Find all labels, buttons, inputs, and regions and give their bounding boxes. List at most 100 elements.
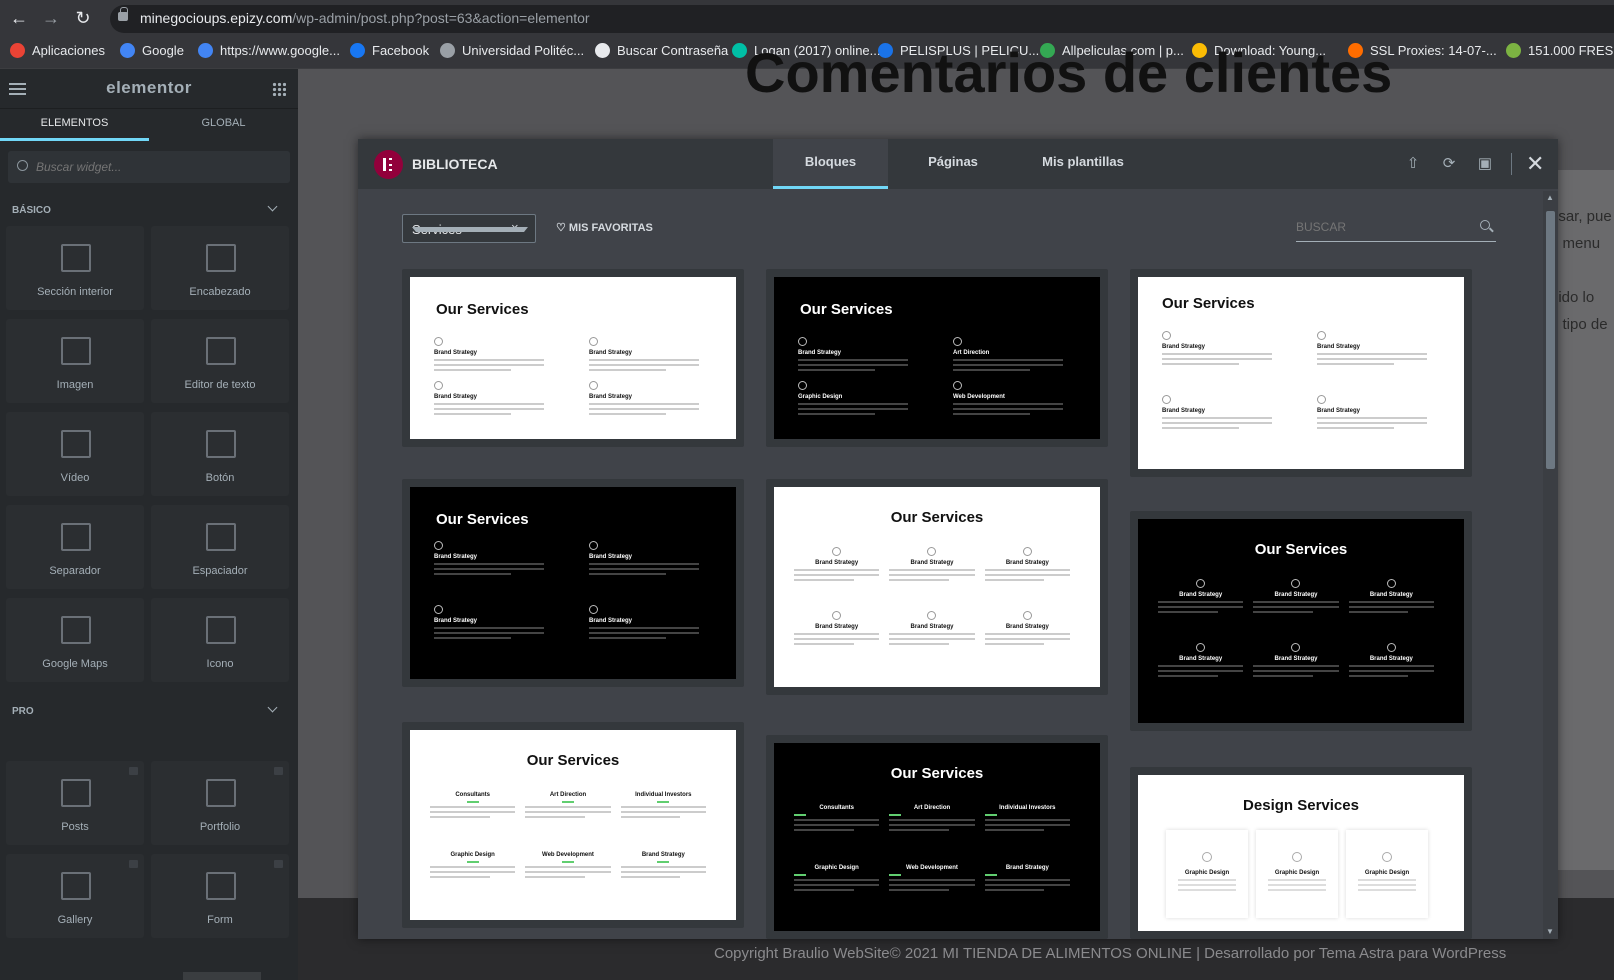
service-item: Brand Strategy [434, 381, 544, 415]
widget-editor-de-texto[interactable]: Editor de texto [151, 319, 289, 403]
template-card[interactable]: Our Services Brand Strategy Brand Strategy… [1130, 269, 1472, 477]
category-filter-select[interactable]: Services × [402, 214, 536, 243]
template-card[interactable]: Design Services Graphic Design Graphic Des… [1130, 767, 1472, 939]
bookmark-favicon-icon [198, 43, 213, 58]
widget-google-maps[interactable]: Google Maps [6, 598, 144, 682]
tab-bloques[interactable]: Bloques [773, 139, 888, 189]
bookmark-google[interactable]: Google [120, 43, 184, 58]
category-basic[interactable]: BÁSICO [12, 205, 51, 216]
save-icon[interactable]: ▣ [1476, 155, 1494, 173]
text-line [525, 806, 611, 808]
text-line [984, 569, 1070, 571]
service-item: Brand Strategy [1162, 395, 1272, 429]
service-item: Graphic Design [430, 852, 516, 878]
text-line [889, 829, 950, 831]
library-title: BIBLIOTECA [412, 156, 498, 172]
service-item: Consultants [794, 805, 880, 831]
scroll-thumb[interactable] [1546, 211, 1555, 469]
bookmark-favicon-icon [595, 43, 610, 58]
service-item: Graphic Design [798, 381, 908, 415]
widget-espaciador[interactable]: Espaciador [151, 505, 289, 589]
accent-underline [794, 874, 806, 876]
tab-global[interactable]: GLOBAL [149, 109, 298, 141]
text-line [984, 889, 1045, 891]
text-line [525, 866, 611, 868]
upload-icon[interactable]: ⇧ [1404, 155, 1422, 173]
forward-arrow-icon[interactable]: → [41, 8, 61, 29]
text-line [434, 627, 544, 629]
bookmark-universidad-politec[interactable]: Universidad Politéc... [440, 43, 584, 58]
widget-search-input[interactable] [36, 151, 276, 183]
widget-posts[interactable]: Posts [6, 761, 144, 845]
text-line [953, 359, 1063, 361]
text-line [620, 871, 706, 873]
template-card[interactable]: Our Services Consultants Art Direction Indi… [766, 735, 1108, 939]
chevron-down-icon[interactable] [267, 201, 278, 212]
template-card[interactable]: Our Services Brand Strategy Art Direction G… [766, 269, 1108, 447]
chevron-down-icon[interactable] [267, 702, 278, 713]
text-line [889, 638, 975, 640]
accent-underline [466, 801, 479, 803]
bookmark-facebook[interactable]: Facebook [350, 43, 429, 58]
bookmark-buscar-contrasena[interactable]: Buscar Contraseña [595, 43, 728, 58]
text-line [794, 569, 880, 571]
service-heading: Individual Investors [635, 792, 692, 798]
apps-grid-icon[interactable] [272, 82, 286, 96]
template-card[interactable]: Our Services Brand Strategy Brand Strategy… [766, 479, 1108, 695]
service-item: Brand Strategy [794, 547, 880, 581]
reload-icon[interactable]: ↻ [73, 8, 93, 29]
library-search-input[interactable] [1296, 214, 1466, 240]
service-heading: Brand Strategy [910, 560, 954, 566]
service-item: Brand Strategy [798, 337, 908, 371]
service-icon [1022, 611, 1032, 620]
back-arrow-icon[interactable]: ← [9, 8, 29, 29]
widget-encabezado[interactable]: Encabezado [151, 226, 289, 310]
widget-icono[interactable]: Icono [151, 598, 289, 682]
sync-icon[interactable]: ⟳ [1440, 155, 1458, 173]
bookmark-aplicaciones[interactable]: Aplicaciones [10, 43, 105, 58]
text-line [1317, 353, 1427, 355]
widget-portfolio[interactable]: Portfolio [151, 761, 289, 845]
bookmark-151-000-freshly[interactable]: 151.000 FRESHLY [1506, 43, 1614, 58]
service-icon [927, 547, 937, 556]
scroll-up-arrow[interactable]: ▲ [1546, 193, 1554, 202]
template-card[interactable]: Our Services Brand Strategy Brand Strategy… [402, 269, 744, 447]
template-title: Our Services [436, 301, 529, 318]
service-icon [953, 337, 962, 346]
dropdown-caret-icon[interactable] [412, 227, 528, 232]
widget-form[interactable]: Form [151, 854, 289, 938]
template-card[interactable]: Our Services Brand Strategy Brand Strategy… [402, 479, 744, 687]
text-line [1268, 879, 1326, 881]
widget-imagen[interactable]: Imagen [6, 319, 144, 403]
template-card[interactable]: Our Services Brand Strategy Brand Strategy… [1130, 511, 1472, 731]
widget-video[interactable]: Vídeo [6, 412, 144, 496]
service-heading: Brand Strategy [589, 394, 633, 400]
widget-separador[interactable]: Separador [6, 505, 144, 589]
text-line [430, 816, 490, 818]
url-text[interactable]: minegocioups.epizy.com/wp-admin/post.php… [140, 10, 590, 26]
tab-elementos[interactable]: ELEMENTOS [0, 109, 149, 141]
widget-gallery[interactable]: Gallery [6, 854, 144, 938]
favorites-filter[interactable]: ♡ MIS FAVORITAS [556, 221, 653, 234]
scroll-down-arrow[interactable]: ▼ [1546, 927, 1554, 936]
widget-seccion-interior[interactable]: Sección interior [6, 226, 144, 310]
widget-label: Encabezado [189, 286, 251, 298]
text-line [984, 829, 1045, 831]
close-icon[interactable]: ✕ [1526, 151, 1544, 177]
tab-mis-plantillas[interactable]: Mis plantillas [1018, 139, 1148, 189]
tab-paginas[interactable]: Páginas [898, 139, 1008, 189]
service-heading: Brand Strategy [1005, 624, 1049, 630]
template-card[interactable]: Our Services Consultants Art Direction Indi… [402, 722, 744, 928]
text-line [620, 816, 681, 818]
library-scrollbar[interactable]: ▲ ▼ [1543, 191, 1558, 939]
text-line [525, 811, 611, 813]
category-pro[interactable]: PRO [12, 706, 34, 717]
accent-underline [889, 814, 902, 816]
text-line [1348, 601, 1434, 603]
service-heading: Brand Strategy [589, 618, 633, 624]
text-line [984, 574, 1070, 576]
service-heading: Brand Strategy [1274, 656, 1318, 662]
widget-boton[interactable]: Botón [151, 412, 289, 496]
service-icon [1022, 547, 1032, 556]
bookmark-https-www-google[interactable]: https://www.google... [198, 43, 340, 58]
